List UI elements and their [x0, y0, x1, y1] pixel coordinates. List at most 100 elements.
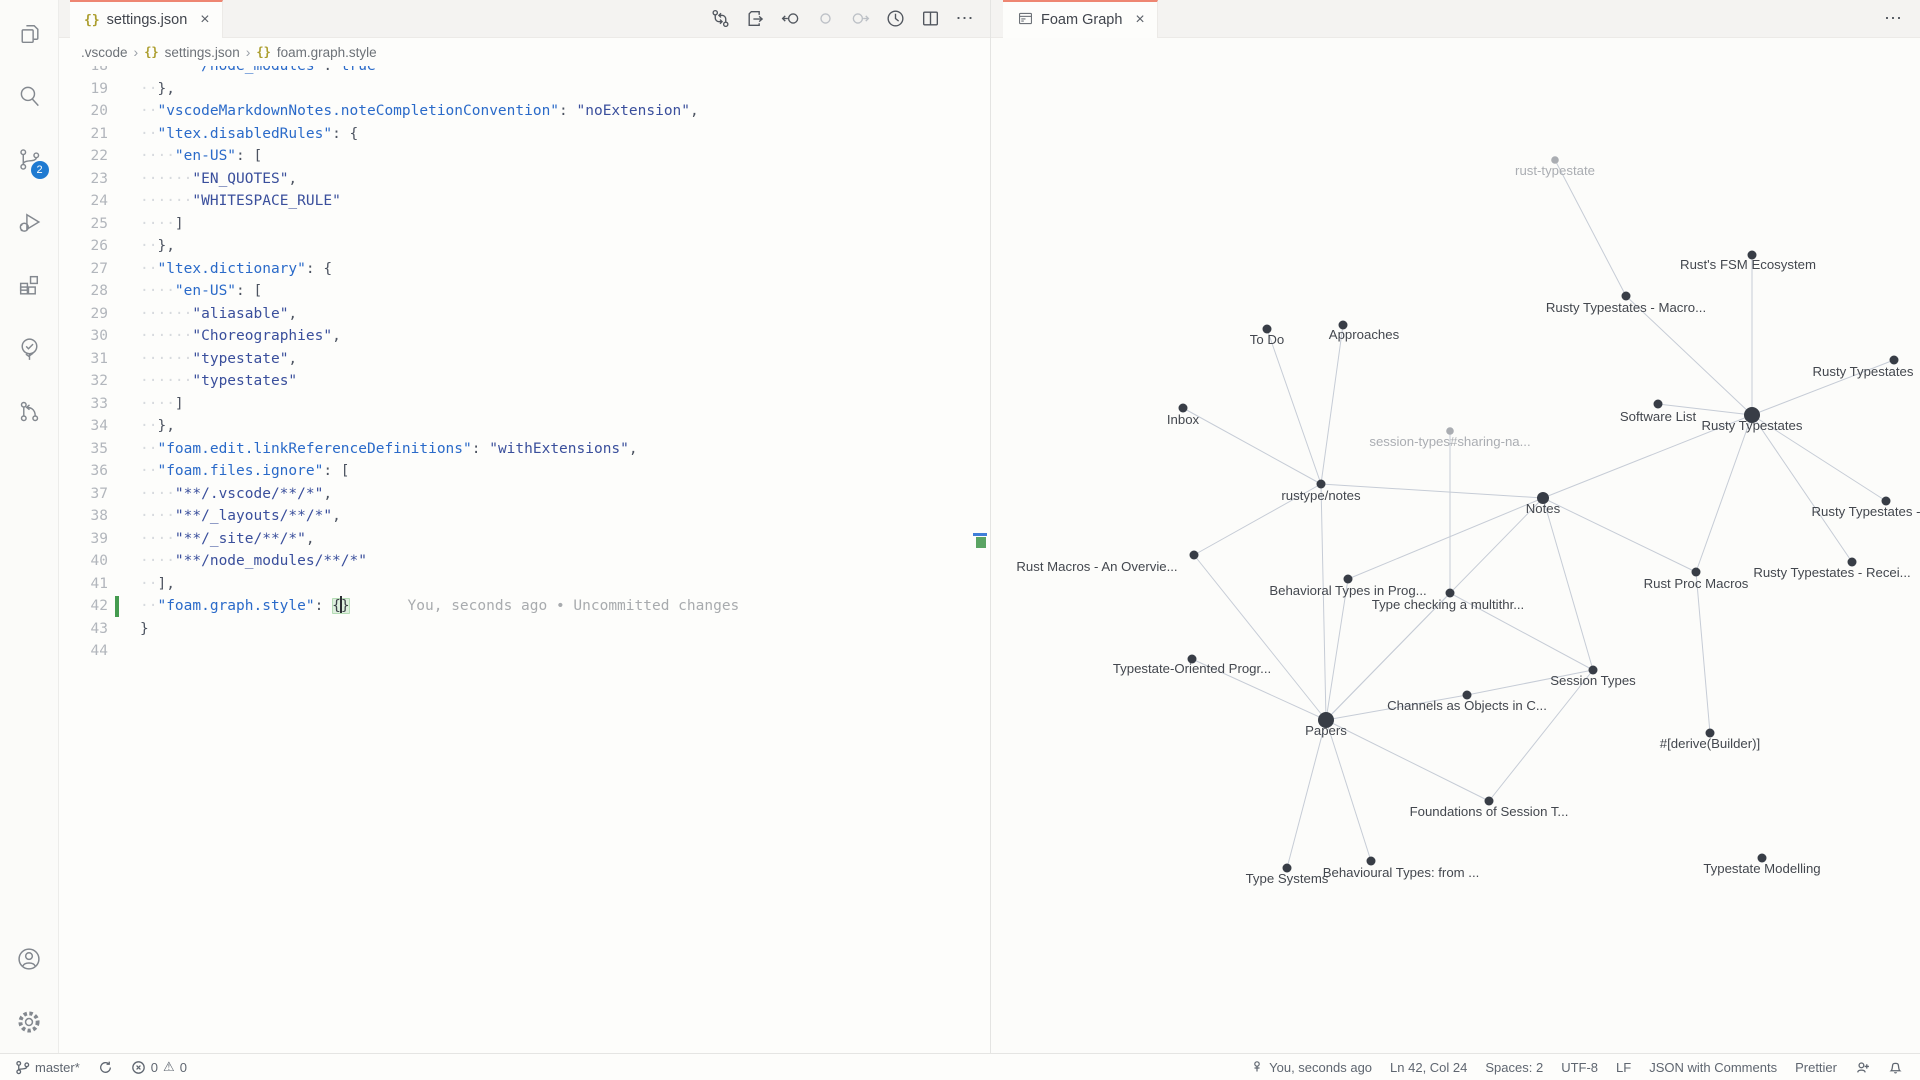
code-line-26[interactable]: 26··}, [59, 235, 990, 258]
line-number: 42 [59, 595, 108, 618]
eol-status[interactable]: LF [1607, 1054, 1640, 1080]
line-number: 40 [59, 550, 108, 573]
formatter-status[interactable]: Prettier [1786, 1054, 1846, 1080]
navigate-previous-icon[interactable] [812, 6, 838, 32]
code-line-30[interactable]: 30······"Choreographies", [59, 325, 990, 348]
code-editor[interactable]: 18····"**/node_modules": true19··},20··"… [59, 66, 990, 1053]
code-line-34[interactable]: 34··}, [59, 415, 990, 438]
code-line-27[interactable]: 27··"ltex.dictionary": { [59, 258, 990, 281]
graph-node-label: Typestate-Oriented Progr... [1113, 661, 1271, 676]
cursor-position[interactable]: Ln 42, Col 24 [1381, 1054, 1476, 1080]
code-line-39[interactable]: 39····"**/_site/**/*", [59, 528, 990, 551]
encoding-status[interactable]: UTF-8 [1552, 1054, 1607, 1080]
more-actions-icon[interactable]: ⋯ [952, 6, 978, 32]
source-control-icon[interactable]: 2 [0, 128, 59, 191]
graph-node-label: Notes [1526, 501, 1561, 516]
breadcrumb-file[interactable]: settings.json [165, 45, 240, 60]
foam-graph-canvas[interactable]: rust-typestateRust's FSM EcosystemRusty … [991, 38, 1920, 1053]
graph-node-rust-macros-overview[interactable] [1190, 551, 1199, 560]
code-line-21[interactable]: 21··"ltex.disabledRules": { [59, 123, 990, 146]
code-line-24[interactable]: 24······"WHITESPACE_RULE" [59, 190, 990, 213]
branch-icon [15, 1060, 30, 1075]
code-line-25[interactable]: 25····] [59, 213, 990, 236]
code-line-18[interactable]: 18····"**/node_modules": true [59, 66, 990, 78]
tab-label: Foam Graph [1041, 12, 1122, 28]
code-line-29[interactable]: 29······"aliasable", [59, 303, 990, 326]
open-changes-icon[interactable] [742, 6, 768, 32]
code-line-28[interactable]: 28····"en-US": [ [59, 280, 990, 303]
code-line-33[interactable]: 33····] [59, 393, 990, 416]
git-graph-icon[interactable] [0, 380, 59, 443]
graph-edge [1287, 720, 1326, 868]
code-line-41[interactable]: 41··], [59, 573, 990, 596]
code-line-22[interactable]: 22····"en-US": [ [59, 145, 990, 168]
close-tab-icon[interactable]: × [200, 11, 209, 29]
status-bar-right: You, seconds ago Ln 42, Col 24 Spaces: 2… [1241, 1054, 1920, 1080]
indentation-status[interactable]: Spaces: 2 [1476, 1054, 1552, 1080]
navigate-next-icon[interactable] [847, 6, 873, 32]
chevron-right-icon: › [134, 44, 139, 60]
code-line-20[interactable]: 20··"vscodeMarkdownNotes.noteCompletionC… [59, 100, 990, 123]
overview-ruler-cursor-marker [973, 533, 987, 536]
line-number: 23 [59, 168, 108, 191]
navigate-back-icon[interactable] [777, 6, 803, 32]
json-file-icon: {} [84, 13, 100, 28]
line-number: 36 [59, 460, 108, 483]
search-icon[interactable] [0, 65, 59, 128]
inline-blame-annotation: You, seconds ago • Uncommitted changes [408, 598, 740, 614]
line-number: 34 [59, 415, 108, 438]
breadcrumb-folder[interactable]: .vscode [81, 45, 128, 60]
more-actions-icon[interactable]: ⋯ [1884, 0, 1920, 37]
graph-node-label: session-types#sharing-na... [1369, 434, 1530, 449]
run-and-debug-icon[interactable] [0, 191, 59, 254]
code-line-32[interactable]: 32······"typestates" [59, 370, 990, 393]
blame-status[interactable]: You, seconds ago [1241, 1054, 1381, 1080]
overview-ruler-modified-marker [976, 537, 986, 548]
panel-tab-bar: Foam Graph × ⋯ [991, 0, 1920, 38]
tab-settings-json[interactable]: {} settings.json × [70, 0, 223, 38]
account-icon[interactable] [0, 927, 59, 990]
code-line-44[interactable]: 44 [59, 640, 990, 663]
line-number: 32 [59, 370, 108, 393]
close-tab-icon[interactable]: × [1135, 11, 1144, 29]
code-line-23[interactable]: 23······"EN_QUOTES", [59, 168, 990, 191]
graph-node-label: Software List [1620, 409, 1697, 424]
timeline-icon[interactable] [882, 6, 908, 32]
graph-node-label: rustype/notes [1281, 488, 1361, 503]
graph-node-label: Typestate Modelling [1703, 861, 1820, 876]
language-mode[interactable]: JSON with Comments [1640, 1054, 1786, 1080]
graph-node-label: Foundations of Session T... [1410, 804, 1569, 819]
split-editor-icon[interactable] [917, 6, 943, 32]
extensions-icon[interactable] [0, 254, 59, 317]
line-number: 44 [59, 640, 108, 663]
feedback-icon[interactable] [1846, 1054, 1879, 1080]
code-line-42[interactable]: 42··"foam.graph.style": {}You, seconds a… [59, 595, 990, 618]
json-file-icon: {} [144, 45, 158, 59]
graph-node-label: #[derive(Builder)] [1660, 736, 1760, 751]
compare-changes-icon[interactable] [707, 6, 733, 32]
code-line-37[interactable]: 37····"**/.vscode/**/*", [59, 483, 990, 506]
breadcrumb-symbol[interactable]: foam.graph.style [277, 45, 377, 60]
graph-edge [1696, 415, 1752, 572]
todo-tree-icon[interactable] [0, 317, 59, 380]
graph-edge [1326, 720, 1489, 801]
problems-status[interactable]: 0 ⚠ 0 [122, 1054, 196, 1080]
sync-button[interactable] [89, 1054, 122, 1080]
code-line-36[interactable]: 36··"foam.files.ignore": [ [59, 460, 990, 483]
tab-foam-graph[interactable]: Foam Graph × [1003, 0, 1158, 38]
graph-node-software-list[interactable] [1654, 400, 1663, 409]
notifications-bell-icon[interactable] [1879, 1054, 1912, 1080]
code-line-40[interactable]: 40····"**/node_modules/**/*" [59, 550, 990, 573]
explorer-icon[interactable] [0, 2, 59, 65]
code-line-31[interactable]: 31······"typestate", [59, 348, 990, 371]
settings-gear-icon[interactable] [0, 990, 59, 1053]
line-number: 27 [59, 258, 108, 281]
line-number: 35 [59, 438, 108, 461]
code-line-43[interactable]: 43} [59, 618, 990, 641]
code-line-35[interactable]: 35··"foam.edit.linkReferenceDefinitions"… [59, 438, 990, 461]
branch-status[interactable]: master* [6, 1054, 89, 1080]
code-line-19[interactable]: 19··}, [59, 78, 990, 101]
code-line-38[interactable]: 38····"**/_layouts/**/*", [59, 505, 990, 528]
line-number: 18 [59, 66, 108, 78]
graph-node-label: Behavioural Types: from ... [1323, 865, 1480, 880]
